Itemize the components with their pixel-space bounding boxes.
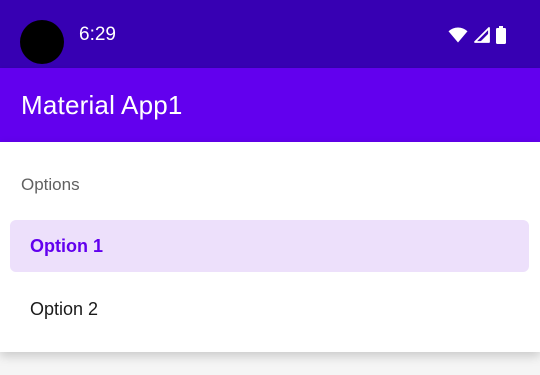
battery-icon <box>496 26 506 44</box>
wifi-icon <box>448 27 468 43</box>
status-icons <box>448 24 506 46</box>
status-time: 6:29 <box>79 24 116 45</box>
option-2-item[interactable]: Option 2 <box>10 283 529 335</box>
app-title: Material App1 <box>21 90 183 120</box>
status-bar: 6:29 <box>0 0 540 68</box>
options-menu: Options Option 1 Option 2 <box>0 142 540 352</box>
camera-cutout <box>20 20 64 64</box>
option-1-item[interactable]: Option 1 <box>10 220 529 272</box>
cellular-signal-icon <box>474 27 490 43</box>
option-1-label: Option 1 <box>30 236 103 256</box>
options-section-header: Options <box>21 175 80 194</box>
app-bar: Material App1 <box>0 68 540 142</box>
option-2-label: Option 2 <box>30 299 99 319</box>
